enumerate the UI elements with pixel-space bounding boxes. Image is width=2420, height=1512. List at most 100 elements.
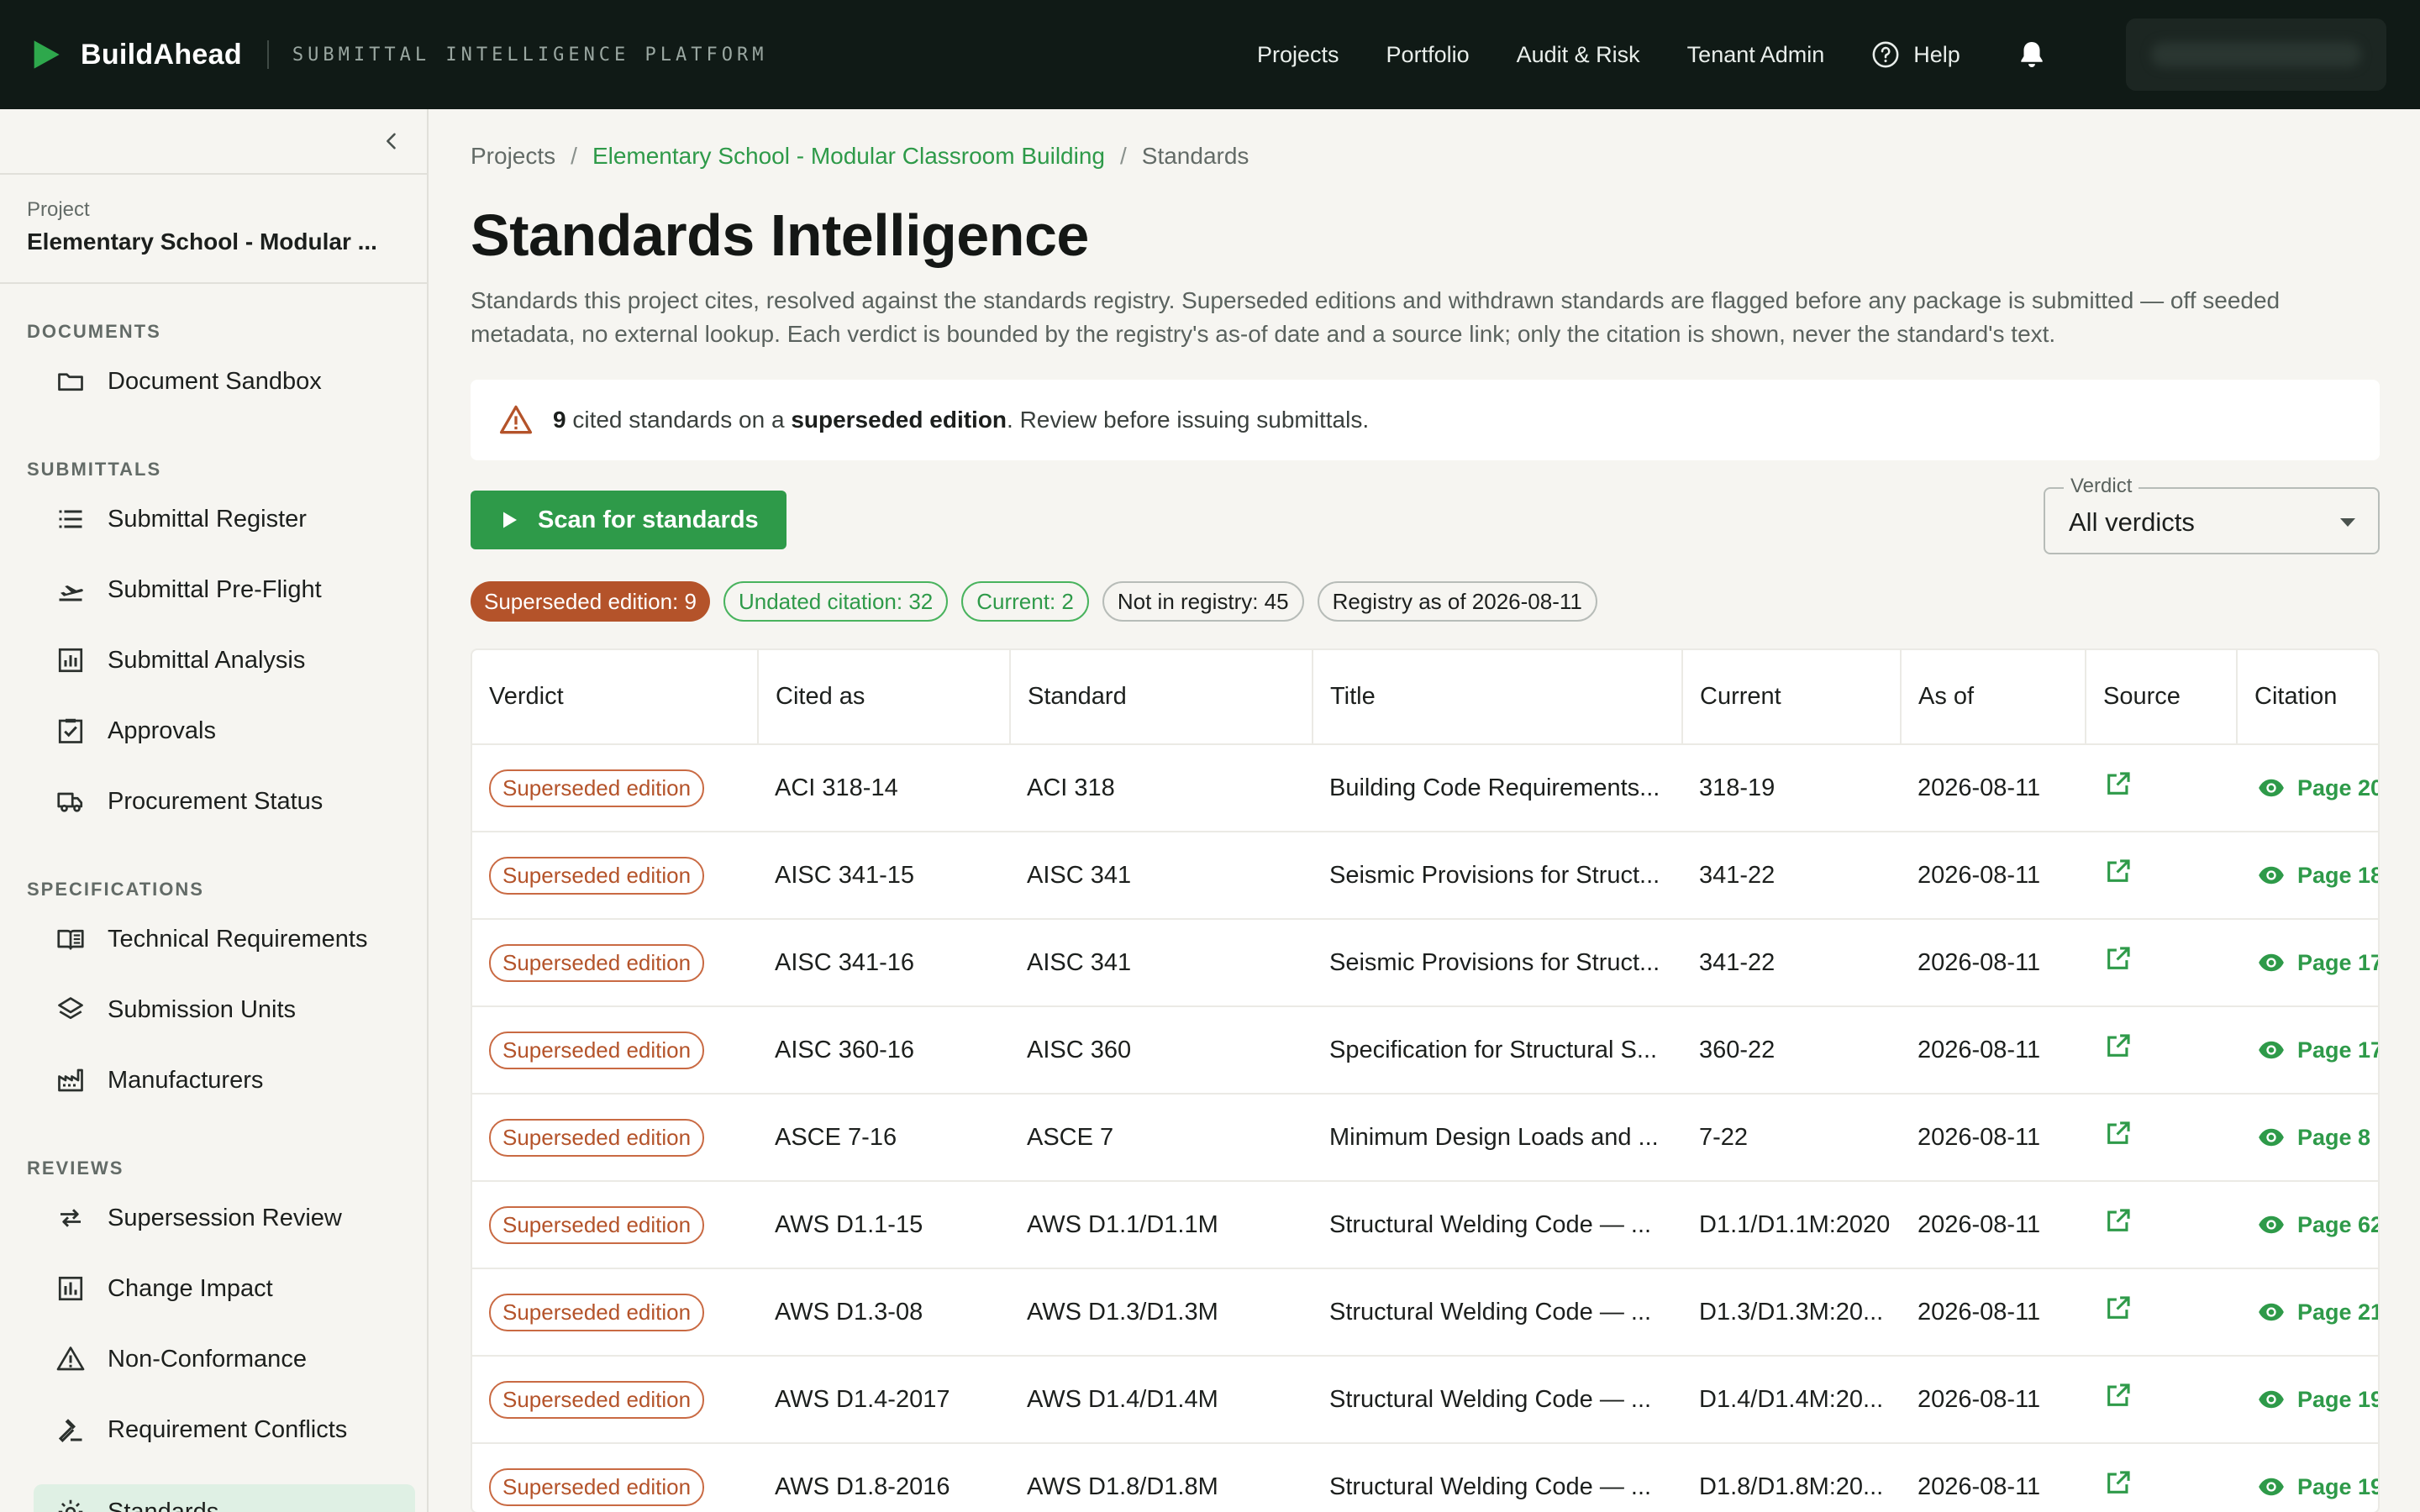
sidebar-item-requirement-conflicts[interactable]: Requirement Conflicts <box>34 1402 415 1457</box>
sidebar-item-submittal-preflight[interactable]: Submittal Pre-Flight <box>34 562 415 617</box>
table-row[interactable]: Superseded edition ACI 318-14 ACI 318 Bu… <box>472 744 2380 832</box>
sidebar-item-procurement-status[interactable]: Procurement Status <box>34 774 415 829</box>
page-title: Standards Intelligence <box>471 202 1089 268</box>
column-header-standard[interactable]: Standard <box>1010 650 1313 745</box>
cell-as-of: 2026-08-11 <box>1901 832 2086 920</box>
column-header-title[interactable]: Title <box>1313 650 1683 745</box>
citation-link[interactable]: Page 19 <box>2254 1473 2378 1501</box>
sidebar-item-label: Supersession Review <box>108 1204 342 1231</box>
cell-source <box>2086 1268 2237 1357</box>
citation-label: Page 20 <box>2297 774 2380 801</box>
chip-current[interactable]: Current: 2 <box>961 581 1089 622</box>
sidebar-item-label: Approvals <box>108 717 216 744</box>
column-header-source[interactable]: Source <box>2086 650 2238 745</box>
chip-superseded[interactable]: Superseded edition: 9 <box>471 581 710 622</box>
chip-undated[interactable]: Undated citation: 32 <box>723 581 949 622</box>
breadcrumb-current: Standards <box>1141 143 1249 169</box>
nav-portfolio[interactable]: Portfolio <box>1386 42 1470 68</box>
external-link-icon[interactable] <box>2104 1468 2133 1497</box>
sidebar-item-change-impact[interactable]: Change Impact <box>34 1261 415 1316</box>
cell-citation: Page 8 <box>2237 1094 2378 1182</box>
nav-audit-risk[interactable]: Audit & Risk <box>1517 42 1640 68</box>
cell-standard: AISC 360 <box>1010 1006 1313 1095</box>
nav-tenant-admin[interactable]: Tenant Admin <box>1687 42 1825 68</box>
table-row[interactable]: Superseded edition AWS D1.8-2016 AWS D1.… <box>472 1443 2378 1512</box>
sidebar-item-supersession-review[interactable]: Supersession Review <box>34 1190 415 1246</box>
citation-link[interactable]: Page 18 <box>2254 861 2380 890</box>
external-link-icon[interactable] <box>2104 857 2133 885</box>
table-row[interactable]: Superseded edition AISC 360-16 AISC 360 … <box>472 1006 2380 1095</box>
sidebar-item-non-conformance[interactable]: Non-Conformance <box>34 1331 415 1387</box>
verdict-badge: Superseded edition <box>489 943 705 982</box>
breadcrumb-project[interactable]: Elementary School - Modular Classroom Bu… <box>592 143 1105 170</box>
citation-label: Page 18 <box>2297 862 2380 888</box>
gavel-icon <box>58 1419 82 1443</box>
brand-logo[interactable]: BuildAhead <box>29 38 242 71</box>
citation-link[interactable]: Page 62 <box>2254 1210 2378 1239</box>
table-header-row: Verdict Cited as Standard Title Current … <box>472 650 2378 745</box>
verdict-filter-label: Verdict <box>2064 475 2139 498</box>
table-row[interactable]: Superseded edition AISC 341-15 AISC 341 … <box>472 832 2380 920</box>
nav-projects[interactable]: Projects <box>1257 42 1339 68</box>
open-book-icon <box>57 929 84 950</box>
table-row[interactable]: Superseded edition AWS D1.1-15 AWS D1.1/… <box>472 1181 2378 1269</box>
table-row[interactable]: Superseded edition AWS D1.4-2017 AWS D1.… <box>472 1356 2378 1444</box>
external-link-icon[interactable] <box>2104 1381 2133 1410</box>
sidebar-item-submittal-analysis[interactable]: Submittal Analysis <box>34 633 415 688</box>
verdict-badge: Superseded edition <box>489 856 705 895</box>
sidebar-item-document-sandbox[interactable]: Document Sandbox <box>34 354 415 409</box>
sidebar-item-standards[interactable]: Standards <box>34 1484 415 1512</box>
table-row[interactable]: Superseded edition AISC 341-16 AISC 341 … <box>472 919 2378 1007</box>
citation-link[interactable]: Page 17 <box>2254 1036 2380 1064</box>
account-menu[interactable] <box>2126 18 2386 91</box>
table-row[interactable]: Superseded edition AWS D1.3-08 AWS D1.3/… <box>472 1268 2380 1357</box>
verdict-badge: Superseded edition <box>489 1380 705 1419</box>
help-circle-icon <box>1872 41 1899 68</box>
sidebar-item-submittal-register[interactable]: Submittal Register <box>34 491 415 547</box>
column-header-as-of[interactable]: As of <box>1901 650 2086 745</box>
alert-message: 9 cited standards on a superseded editio… <box>553 407 1369 433</box>
chip-not-in-registry[interactable]: Not in registry: 45 <box>1102 581 1304 622</box>
breadcrumb-projects[interactable]: Projects <box>471 143 555 170</box>
external-link-icon[interactable] <box>2104 1119 2133 1147</box>
play-icon <box>503 512 517 528</box>
sidebar-item-label: Submittal Analysis <box>108 646 306 674</box>
sidebar-item-label: Manufacturers <box>108 1066 264 1094</box>
citation-label: Page 17 <box>2297 1037 2380 1063</box>
column-header-cited-as[interactable]: Cited as <box>758 650 1011 745</box>
column-header-current[interactable]: Current <box>1682 650 1902 745</box>
citation-link[interactable]: Page 21 <box>2254 1298 2380 1326</box>
citation-link[interactable]: Page 17 <box>2254 948 2378 977</box>
help-link[interactable]: Help <box>1871 40 1960 69</box>
cell-source <box>2086 832 2237 920</box>
verdict-filter-select[interactable]: Verdict All verdicts <box>2044 475 2380 554</box>
sidebar-item-submission-units[interactable]: Submission Units <box>34 982 415 1037</box>
notifications-button[interactable] <box>2016 39 2048 71</box>
citation-label: Page 21 <box>2297 1299 2380 1325</box>
sidebar-item-technical-requirements[interactable]: Technical Requirements <box>34 911 415 967</box>
sidebar-item-manufacturers[interactable]: Manufacturers <box>34 1053 415 1108</box>
project-selector[interactable]: Project Elementary School - Modular ... <box>0 175 427 284</box>
column-header-citation[interactable]: Citation <box>2237 650 2378 745</box>
cell-current: 318-19 <box>1682 744 1901 832</box>
external-link-icon[interactable] <box>2104 769 2133 798</box>
sidebar-item-approvals[interactable]: Approvals <box>34 703 415 759</box>
warning-triangle-icon <box>499 405 533 434</box>
cell-as-of: 2026-08-11 <box>1901 1094 2086 1182</box>
external-link-icon[interactable] <box>2104 1294 2133 1322</box>
citation-link[interactable]: Page 8 <box>2254 1123 2378 1152</box>
citation-link[interactable]: Page 19 <box>2254 1385 2378 1414</box>
cell-as-of: 2026-08-11 <box>1901 1006 2086 1095</box>
column-header-verdict[interactable]: Verdict <box>472 650 759 745</box>
citation-link[interactable]: Page 20 <box>2254 774 2380 802</box>
external-link-icon[interactable] <box>2104 1032 2133 1060</box>
table-row[interactable]: Superseded edition ASCE 7-16 ASCE 7 Mini… <box>472 1094 2378 1182</box>
cell-cited-as: AWS D1.4-2017 <box>758 1356 1010 1444</box>
external-link-icon[interactable] <box>2104 944 2133 973</box>
eye-icon <box>2259 866 2284 885</box>
analytics-icon <box>58 648 83 673</box>
cell-title: Minimum Design Loads and ... <box>1313 1094 1682 1182</box>
external-link-icon[interactable] <box>2104 1206 2133 1235</box>
scan-for-standards-button[interactable]: Scan for standards <box>471 491 786 549</box>
chevron-left-icon[interactable] <box>380 129 403 153</box>
